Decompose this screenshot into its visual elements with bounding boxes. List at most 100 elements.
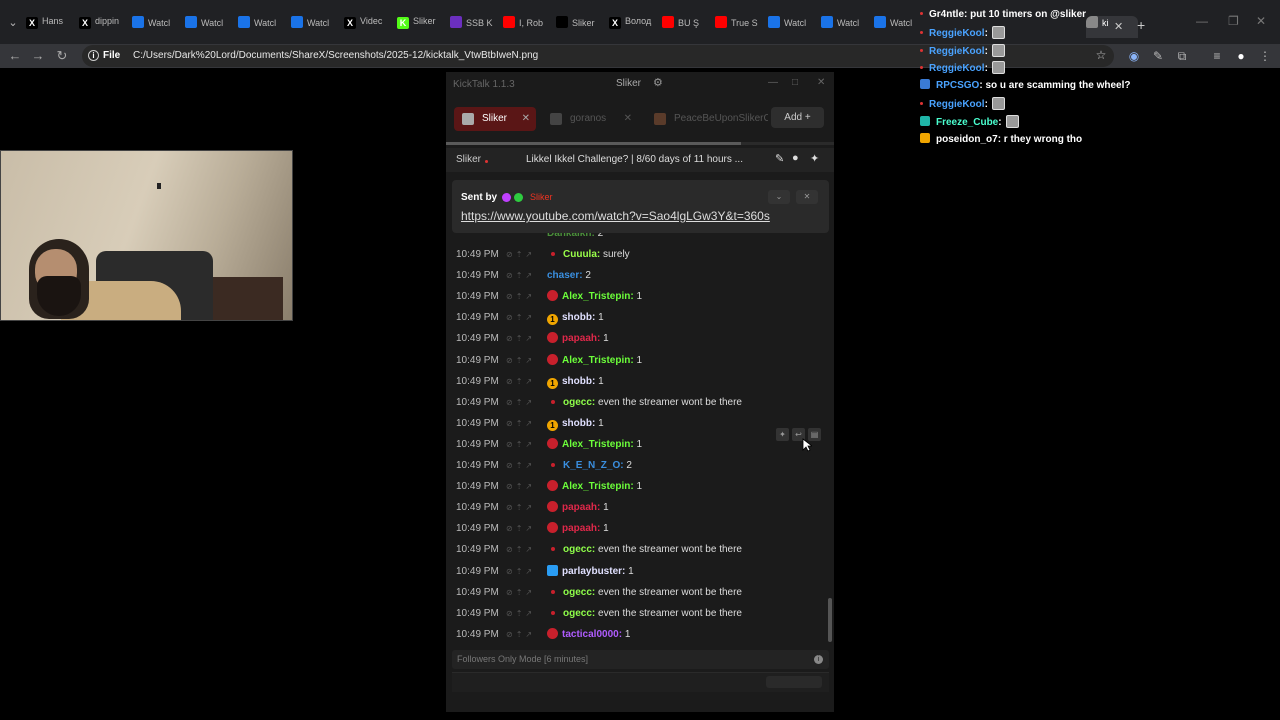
mod-action-icons[interactable]: ⊘⇡↗ <box>506 438 547 452</box>
streamer-name[interactable]: Sliker <box>456 154 481 165</box>
settings-gear-icon[interactable]: ⚙ <box>653 76 663 89</box>
browser-tab[interactable]: Sliker <box>556 16 606 38</box>
username[interactable]: Alex_Tristepin: <box>562 481 634 492</box>
username[interactable]: shobb: <box>562 312 595 323</box>
mod-action-icons[interactable]: ⊘⇡↗ <box>506 396 547 410</box>
username[interactable]: ogecc: <box>563 608 595 619</box>
browser-tab[interactable]: X Videc <box>344 16 394 38</box>
chevron-down-icon[interactable]: ⌄ <box>768 190 790 204</box>
pinned-link[interactable]: https://www.youtube.com/watch?v=Sao4lgLG… <box>461 209 770 223</box>
back-icon[interactable]: ← <box>6 47 24 65</box>
mod-action-icons[interactable]: ⊘⇡↗ <box>506 459 547 473</box>
mod-action-icons[interactable]: ⊘⇡↗ <box>506 332 547 346</box>
browser-tab[interactable]: BU Ş <box>662 16 712 38</box>
username[interactable]: Cuuula: <box>563 249 600 260</box>
maximize-icon[interactable]: ❐ <box>1228 14 1239 28</box>
close-window-icon[interactable]: ✕ <box>1256 14 1266 28</box>
chat-message[interactable]: 10:49 PM ⊘⇡↗ 1 shobb: 1 <box>456 417 604 431</box>
chat-scrollbar[interactable] <box>828 598 832 642</box>
username[interactable]: Alex_Tristepin: <box>562 355 634 366</box>
browser-tab[interactable]: True S <box>715 16 765 38</box>
unpin-icon[interactable]: ✕ <box>796 190 818 204</box>
browser-tab[interactable]: Xdippin <box>79 16 129 38</box>
chat-message[interactable]: 10:49 PM ⊘⇡↗ ogecc: even the streamer wont… <box>456 396 742 410</box>
mod-action-icons[interactable]: ⊘⇡↗ <box>506 543 547 557</box>
chat-message[interactable]: 10:49 PM ⊘⇡↗ tactical0000: 1 <box>456 627 630 642</box>
tab-search-chevron-icon[interactable]: ⌄ <box>4 14 22 32</box>
send-button[interactable] <box>766 676 822 688</box>
chat-message[interactable]: 10:49 PM ⊘⇡↗ Cuuula: surely <box>456 248 630 262</box>
chat-message[interactable]: 10:49 PM ⊘⇡↗ papaah: 1 <box>456 501 609 515</box>
chat-message[interactable]: 10:49 PM ⊘⇡↗ parlaybuster: 1 <box>456 564 634 579</box>
pin-filled-icon[interactable]: ✦ <box>810 152 819 165</box>
mod-action-icons[interactable]: ⊘⇡↗ <box>506 417 547 431</box>
chat-message[interactable]: 10:49 PM ⊘⇡↗ 1 shobb: 1 <box>456 375 604 389</box>
username[interactable]: papaah: <box>562 502 600 513</box>
mod-action-icons[interactable]: ⊘⇡↗ <box>506 248 547 262</box>
tab-goranos[interactable]: goranos ✕ <box>542 107 638 131</box>
mod-action-icons[interactable]: ⊘⇡↗ <box>506 522 547 536</box>
chat-message[interactable]: 10:49 PM ⊘⇡↗ Alex_Tristepin: 1 <box>456 480 642 494</box>
mod-action-icons[interactable]: ⊘⇡↗ <box>506 501 547 515</box>
maximize-icon[interactable]: □ <box>792 77 798 88</box>
chat-message[interactable]: 10:49 PM ⊘⇡↗ papaah: 1 <box>456 522 609 536</box>
chat-message[interactable]: 10:49 PM ⊘⇡↗ ogecc: even the streamer wont… <box>456 586 742 600</box>
mod-action-icons[interactable]: ⊘⇡↗ <box>506 565 547 579</box>
site-info-chip[interactable]: i File <box>88 45 120 67</box>
chat-message[interactable]: 10:49 PM ⊘⇡↗ Alex_Tristepin: 1 <box>456 290 642 304</box>
pin-message-icon[interactable]: ✦ <box>776 428 789 441</box>
forward-icon[interactable]: → <box>29 47 47 65</box>
browser-tab[interactable]: SSB K <box>450 16 500 38</box>
browser-tab[interactable]: X Hans <box>26 16 76 38</box>
chat-message[interactable]: 10:49 PM ⊘⇡↗ Alex_Tristepin: 1 <box>456 437 642 452</box>
close-tab-icon[interactable]: ✕ <box>624 107 632 131</box>
info-icon[interactable]: i <box>814 655 823 664</box>
chat-message[interactable]: 10:49 PM ⊘⇡↗ ogecc: even the streamer wont… <box>456 543 742 557</box>
tab-peacebeuponslikerchat[interactable]: PeaceBeUponSlikerChat <box>646 107 768 131</box>
username[interactable]: shobb: <box>562 376 595 387</box>
browser-tab[interactable]: Watcl <box>238 16 288 38</box>
mod-action-icons[interactable]: ⊘⇡↗ <box>506 607 547 621</box>
close-icon[interactable]: ✕ <box>817 77 825 88</box>
mod-action-icons[interactable]: ⊘⇡↗ <box>506 269 547 283</box>
browser-tab[interactable]: X Волод <box>609 16 659 38</box>
mod-action-icons[interactable]: ⊘⇡↗ <box>506 586 547 600</box>
browser-tab[interactable]: Watcl <box>821 16 871 38</box>
username[interactable]: tactical0000: <box>562 629 622 640</box>
username[interactable]: ogecc: <box>563 544 595 555</box>
username[interactable]: ogecc: <box>563 587 595 598</box>
chat-message[interactable]: 10:49 PM ⊘⇡↗ Alex_Tristepin: 1 <box>456 353 642 368</box>
chat-message[interactable]: 10:49 PM ⊘⇡↗ ogecc: even the streamer wont… <box>456 607 742 621</box>
mod-action-icons[interactable]: ⊘⇡↗ <box>506 354 547 368</box>
browser-tab[interactable]: Watcl <box>291 16 341 38</box>
chat-message[interactable]: 10:49 PM ⊘⇡↗ 1 shobb: 1 <box>456 311 604 326</box>
chat-message[interactable]: 10:49 PM ⊘⇡↗ papaah: 1 <box>456 332 609 346</box>
add-chatroom-button[interactable]: Add + <box>771 107 824 128</box>
browser-tab[interactable]: Watcl <box>132 16 182 38</box>
chat-message[interactable]: 10:49 PM ⊘⇡↗ chaser: 2 <box>456 269 591 283</box>
chat-message[interactable]: 10:49 PM ⊘⇡↗ K_E_N_Z_O: 2 <box>456 459 632 473</box>
username[interactable]: Alex_Tristepin: <box>562 291 634 302</box>
close-tab-icon[interactable]: ✕ <box>522 107 530 131</box>
username[interactable]: K_E_N_Z_O: <box>563 460 624 471</box>
user-icon[interactable]: ● <box>792 152 799 164</box>
mod-action-icons[interactable]: ⊘⇡↗ <box>506 480 547 494</box>
mod-action-icons[interactable]: ⊘⇡↗ <box>506 311 547 325</box>
browser-tab[interactable]: Watcl <box>185 16 235 38</box>
pin-icon[interactable]: ✎ <box>775 152 784 165</box>
pinned-user-name[interactable]: Sliker <box>530 192 553 202</box>
mod-action-icons[interactable]: ⊘⇡↗ <box>506 375 547 389</box>
mod-action-icons[interactable]: ⊘⇡↗ <box>506 290 547 304</box>
browser-tab[interactable]: I, Rob <box>503 16 553 38</box>
browser-tab[interactable]: K Sliker <box>397 16 447 38</box>
browser-tab[interactable]: Watcl <box>768 16 818 38</box>
mod-action-icons[interactable]: ⊘⇡↗ <box>506 628 547 642</box>
reload-icon[interactable]: ↻ <box>53 47 71 65</box>
username[interactable]: papaah: <box>562 523 600 534</box>
username[interactable]: papaah: <box>562 333 600 344</box>
tab-sliker[interactable]: Sliker ✕ <box>454 107 536 131</box>
username[interactable]: ogecc: <box>563 397 595 408</box>
username[interactable]: Alex_Tristepin: <box>562 439 634 450</box>
username[interactable]: chaser: <box>547 270 583 281</box>
username[interactable]: Dankalkh: <box>547 233 595 239</box>
